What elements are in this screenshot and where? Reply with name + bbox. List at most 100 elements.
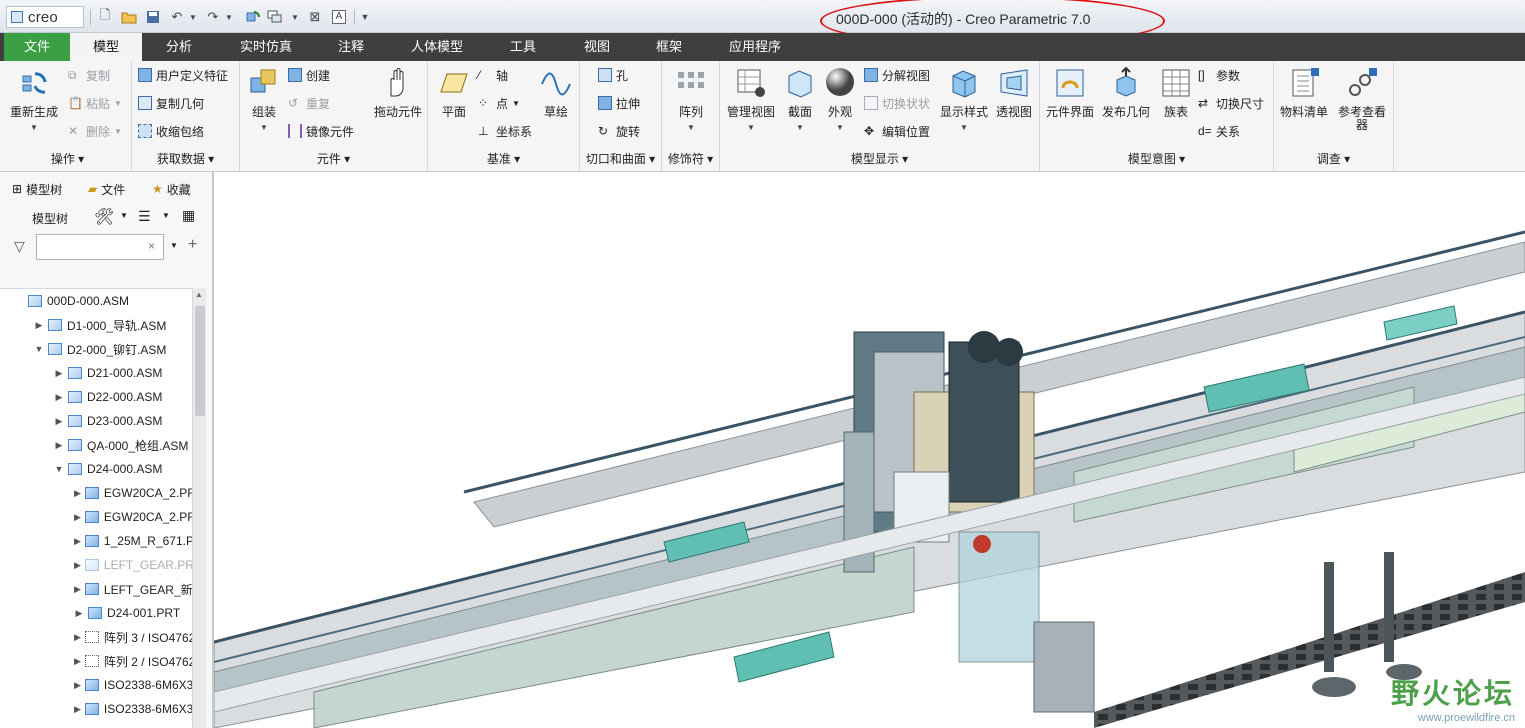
tab-annotate[interactable]: 注释 [322, 33, 380, 61]
chevron-down-icon[interactable]: ▼ [120, 211, 128, 220]
clear-icon[interactable]: × [148, 239, 155, 253]
group-label-cut-surface[interactable]: 切口和曲面 ▾ [580, 150, 661, 167]
group-label-datum[interactable]: 基准 ▾ [428, 150, 579, 167]
tab-tools[interactable]: 工具 [494, 33, 552, 61]
tree-item[interactable]: ▶ D22-000.ASM [0, 385, 192, 409]
filter-icon[interactable]: ▽ [14, 238, 25, 255]
tree-search-input[interactable] [36, 234, 164, 260]
tab-model[interactable]: 模型 [70, 33, 142, 61]
group-label-model-display[interactable]: 模型显示 ▾ [720, 150, 1039, 167]
group-label-investigate[interactable]: 调查 ▾ [1274, 150, 1393, 167]
plane-button[interactable]: 平面 [426, 66, 482, 119]
tab-manikin[interactable]: 人体模型 [400, 33, 474, 61]
tree-item[interactable]: 000D-000.ASM [0, 289, 192, 313]
save-icon[interactable] [144, 8, 162, 26]
group-label-modifier[interactable]: 修饰符 ▾ [662, 150, 719, 167]
windows-icon[interactable] [266, 8, 284, 26]
tab-file[interactable]: 文件 [4, 33, 70, 61]
extrude-button[interactable]: 拉伸 [598, 93, 640, 113]
regenerate-icon[interactable] [244, 8, 262, 26]
collapse-icon[interactable]: ▼ [34, 344, 44, 354]
hole-button[interactable]: 孔 [598, 65, 628, 85]
expand-icon[interactable]: ▶ [74, 680, 81, 691]
close-window-icon[interactable]: ⊠ [306, 8, 324, 26]
undo-dropdown-icon[interactable]: ▼ [184, 8, 202, 26]
component-interface-button[interactable]: 元件界面 [1042, 66, 1098, 119]
tree-scrollbar[interactable]: ▲ [192, 288, 206, 728]
assembly-3d-model[interactable] [214, 172, 1525, 728]
tab-analysis[interactable]: 分析 [150, 33, 208, 61]
publish-geometry-button[interactable]: 发布几何 [1098, 66, 1154, 119]
sketch-button[interactable]: 草绘 [528, 66, 584, 119]
assemble-button[interactable]: 组装 ▼ [236, 66, 292, 132]
tab-view[interactable]: 视图 [568, 33, 626, 61]
drag-components-button[interactable]: 拖动元件 [370, 66, 426, 119]
tree-item[interactable]: ▶ ISO2338-6M6X3 [0, 673, 192, 697]
expand-icon[interactable]: ▶ [54, 392, 64, 403]
tab-live-simulation[interactable]: 实时仿真 [228, 33, 304, 61]
expand-icon[interactable]: ▶ [74, 488, 81, 499]
group-label-get-data[interactable]: 获取数据 ▾ [132, 150, 239, 167]
expand-icon[interactable]: ▶ [34, 320, 44, 331]
toggle-status-button[interactable]: 切换状状 [864, 93, 930, 113]
expand-icon[interactable]: ▶ [74, 560, 81, 571]
chevron-down-icon[interactable]: ▼ [170, 241, 178, 250]
copy-button[interactable]: ⧉ 复制 [68, 65, 110, 85]
tree-item[interactable]: ▶ EGW20CA_2.PRT [0, 481, 192, 505]
parameters-button[interactable]: [] 参数 [1198, 65, 1240, 85]
csys-button[interactable]: ⊥ 坐标系 [478, 121, 532, 141]
annotation-icon[interactable]: A [330, 8, 348, 26]
tree-item[interactable]: ▶ D1-000_导轨.ASM [0, 313, 192, 337]
udf-button[interactable]: 用户定义特征 [138, 65, 228, 85]
family-table-button[interactable]: 族表 [1148, 66, 1204, 119]
regenerate-button[interactable]: 重新生成 ▼ [6, 66, 62, 132]
tab-folder-browser[interactable]: ▰ 文件 [88, 178, 125, 200]
perspective-button[interactable]: 透视图 [986, 66, 1042, 119]
tree-item[interactable]: ▶ 阵列 2 / ISO4762 [0, 649, 192, 673]
windows-dropdown-icon[interactable]: ▼ [286, 8, 304, 26]
edit-position-button[interactable]: ✥ 编辑位置 [864, 121, 930, 141]
expand-icon[interactable]: ▶ [74, 704, 81, 715]
expand-icon[interactable]: ▶ [54, 368, 64, 379]
expand-icon[interactable]: ▶ [74, 536, 81, 547]
bill-of-materials-button[interactable]: 物料清单 [1276, 66, 1332, 119]
new-icon[interactable]: 🗋 [96, 7, 114, 26]
add-filter-icon[interactable]: + [188, 236, 197, 254]
expand-icon[interactable]: ▶ [74, 608, 84, 619]
show-icon[interactable]: ☰ [138, 208, 151, 225]
expand-icon[interactable]: ▶ [74, 584, 81, 595]
switch-dimensions-button[interactable]: ⇄ 切换尺寸 [1198, 93, 1264, 113]
copy-geometry-button[interactable]: 复制几何 [138, 93, 204, 113]
tree-columns-icon[interactable]: ▦ [182, 207, 195, 224]
scrollbar-thumb[interactable] [195, 306, 205, 416]
tab-framework[interactable]: 框架 [640, 33, 698, 61]
explode-view-button[interactable]: 分解视图 [864, 65, 930, 85]
paste-button[interactable]: 📋 粘贴 ▼ [68, 93, 122, 113]
tree-item[interactable]: ▶ EGW20CA_2.PRT [0, 505, 192, 529]
tree-item[interactable]: ▶ D23-000.ASM [0, 409, 192, 433]
tree-item[interactable]: ▶ D24-001.PRT [0, 601, 192, 625]
point-button[interactable]: ⁘ 点 ▼ [478, 93, 520, 113]
tree-item[interactable]: ▶ ISO2338-6M6X3 [0, 697, 192, 721]
create-button[interactable]: 创建 [288, 65, 330, 85]
chevron-down-icon[interactable]: ▼ [162, 211, 170, 220]
tree-item[interactable]: ▶ 阵列 3 / ISO4762 [0, 625, 192, 649]
expand-icon[interactable]: ▶ [74, 656, 81, 667]
axis-button[interactable]: ⁄ 轴 [478, 65, 508, 85]
tree-item[interactable]: ▼ D2-000_铆钉.ASM [0, 337, 192, 361]
tree-item[interactable]: ▶ QA-000_枪组.ASM [0, 433, 192, 457]
open-icon[interactable] [120, 8, 138, 26]
graphics-window[interactable]: 野火论坛 www.proewildfire.cn [214, 172, 1525, 728]
customize-icon[interactable]: ▼ [356, 8, 374, 26]
scroll-up-icon[interactable]: ▲ [195, 290, 203, 299]
pattern-button[interactable]: 阵列 ▼ [663, 66, 719, 132]
expand-icon[interactable]: ▶ [74, 632, 81, 643]
group-label-component[interactable]: 元件 ▾ [240, 150, 427, 167]
tab-favorites[interactable]: ★ 收藏 [152, 178, 191, 200]
expand-icon[interactable]: ▶ [54, 416, 64, 427]
settings-icon[interactable]: 🛠 [94, 207, 114, 227]
collapse-icon[interactable]: ▼ [54, 464, 64, 474]
tree-item[interactable]: ▼ D24-000.ASM [0, 457, 192, 481]
tree-item[interactable]: ▶ 1_25M_R_671.PRT [0, 529, 192, 553]
tab-model-tree[interactable]: ⊞ 模型树 [12, 178, 62, 200]
